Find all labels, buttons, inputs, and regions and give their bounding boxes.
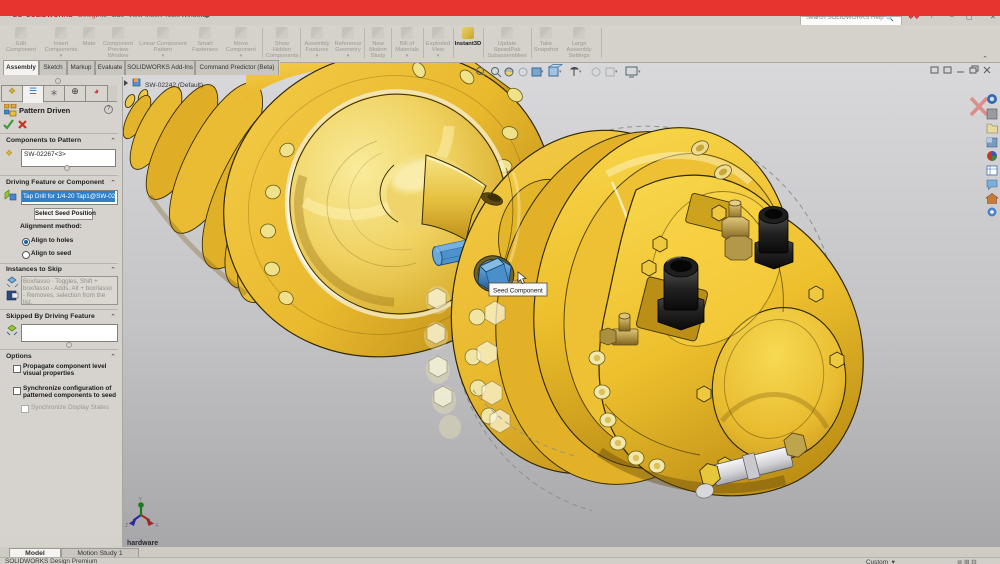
svg-text:Y: Y [139,497,143,503]
svg-text:hardware: hardware [127,540,158,547]
svg-text:X: X [155,523,159,529]
svg-text:SW-02242 (Default): SW-02242 (Default) [145,82,203,89]
svg-text:Seed Component: Seed Component [493,288,543,295]
